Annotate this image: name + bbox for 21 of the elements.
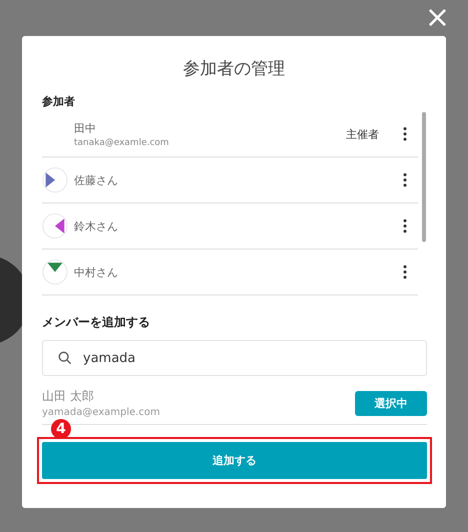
- scrollbar[interactable]: [422, 112, 426, 242]
- participant-name: 鈴木さん: [74, 218, 119, 234]
- more-options-icon[interactable]: [403, 219, 407, 233]
- dialog-title: 参加者の管理: [182, 58, 286, 81]
- role-label: 主催者: [346, 126, 379, 142]
- more-options-icon[interactable]: [403, 127, 407, 141]
- select-button[interactable]: 選択中: [355, 390, 427, 416]
- participant-name: 佐藤さん: [74, 172, 119, 188]
- result-email: yamada@example.com: [42, 407, 161, 418]
- add-button[interactable]: 追加する: [42, 442, 427, 479]
- more-options-icon[interactable]: [403, 173, 407, 187]
- step-number-badge: 4: [51, 419, 71, 439]
- more-options-icon[interactable]: [403, 265, 407, 279]
- result-name: 山田 太郎: [42, 388, 95, 405]
- section-heading: 参加者: [42, 94, 76, 110]
- close-button[interactable]: ×: [424, 2, 450, 34]
- section-heading: メンバーを追加する: [42, 314, 151, 330]
- participant-name: 田中: [74, 120, 97, 136]
- search-field[interactable]: yamada: [42, 340, 427, 376]
- participant-name: 中村さん: [74, 264, 119, 280]
- participant-email: tanaka@examle.com: [74, 138, 170, 148]
